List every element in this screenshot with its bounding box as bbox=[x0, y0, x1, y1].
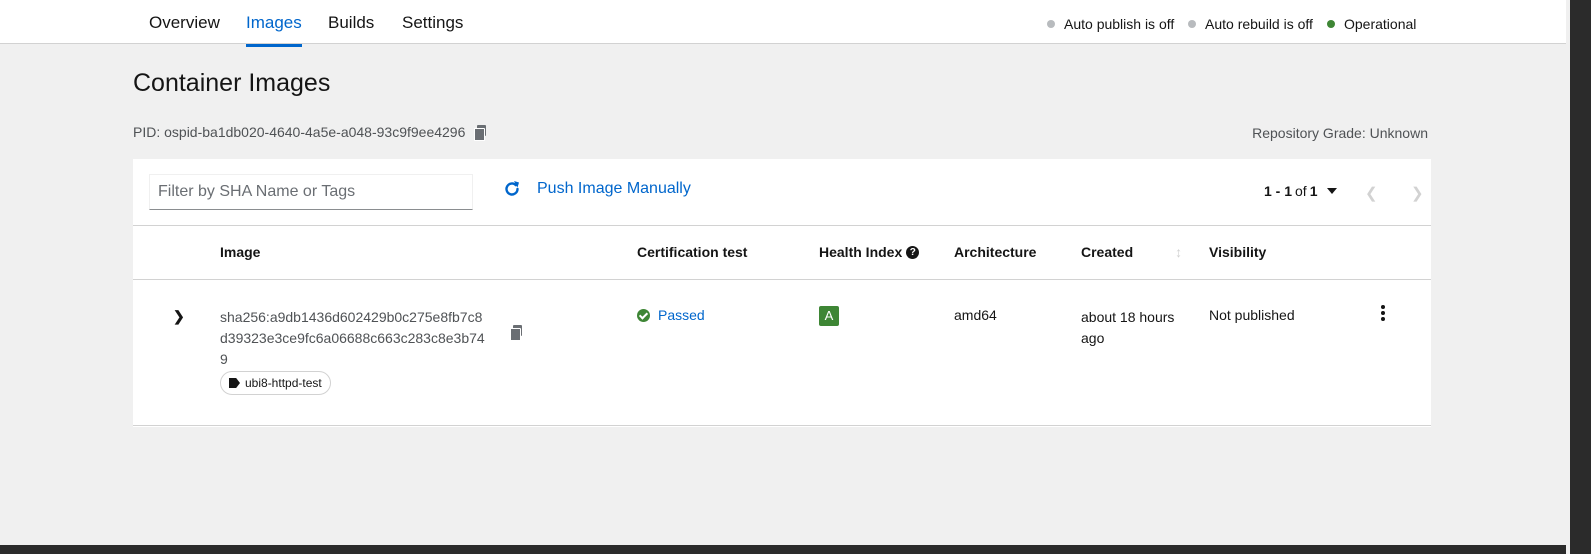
sort-icon[interactable]: ↕ bbox=[1175, 244, 1182, 260]
status-dot-icon bbox=[1327, 20, 1335, 28]
check-circle-icon bbox=[637, 308, 650, 322]
row-actions-kebab-icon[interactable] bbox=[1380, 305, 1386, 323]
table-header-divider bbox=[133, 279, 1431, 280]
tag-icon bbox=[229, 378, 240, 388]
push-image-label: Push Image Manually bbox=[537, 180, 691, 197]
push-image-button[interactable]: Push Image Manually bbox=[503, 180, 691, 198]
copy-sha-icon[interactable] bbox=[510, 325, 522, 341]
pagination-of: of bbox=[1295, 183, 1307, 199]
pagination-total: 1 bbox=[1309, 183, 1318, 199]
tab-builds[interactable]: Builds bbox=[328, 13, 374, 44]
column-architecture: Architecture bbox=[954, 244, 1037, 260]
filter-input[interactable] bbox=[149, 174, 473, 210]
caret-down-icon bbox=[1326, 188, 1337, 194]
prev-page-icon[interactable]: ❮ bbox=[1365, 184, 1378, 202]
certification-status-label: Passed bbox=[658, 307, 705, 323]
repository-grade: Repository Grade: Unknown bbox=[1252, 125, 1428, 141]
created-value: about 18 hours ago bbox=[1081, 309, 1175, 346]
images-card: Push Image Manually 1 - 1 of 1 ❮ ❯ Image… bbox=[133, 159, 1431, 427]
refresh-icon bbox=[505, 181, 519, 196]
expand-row-icon[interactable]: ❯ bbox=[173, 308, 185, 325]
help-icon[interactable]: ? bbox=[906, 245, 920, 259]
tab-images[interactable]: Images bbox=[246, 13, 302, 47]
tab-overview[interactable]: Overview bbox=[149, 13, 220, 44]
pid-text: PID: ospid-ba1db020-4640-4a5e-a048-93c9f… bbox=[133, 124, 466, 140]
status-dot-icon bbox=[1047, 20, 1055, 28]
window-bottom-edge bbox=[0, 545, 1566, 554]
column-created-label: Created bbox=[1081, 244, 1134, 260]
column-image: Image bbox=[220, 244, 261, 260]
tab-settings[interactable]: Settings bbox=[402, 13, 463, 44]
visibility-value: Not published bbox=[1209, 307, 1295, 323]
column-certification: Certification test bbox=[637, 244, 748, 260]
pagination-toggle[interactable]: 1 - 1 of 1 bbox=[1264, 183, 1337, 199]
status-operational-label: Operational bbox=[1344, 16, 1417, 32]
column-health-index: Health Index ? bbox=[819, 244, 920, 260]
image-tag: ubi8-httpd-test bbox=[220, 371, 331, 395]
next-page-icon[interactable]: ❯ bbox=[1411, 184, 1424, 202]
image-sha: sha256:a9db1436d602429b0c275e8fb7c8d3932… bbox=[220, 309, 485, 367]
image-tag-label: ubi8-httpd-test bbox=[245, 376, 322, 390]
pagination-range: 1 - 1 bbox=[1264, 183, 1293, 199]
pid-row: PID: ospid-ba1db020-4640-4a5e-a048-93c9f… bbox=[133, 124, 487, 141]
top-navigation: Overview Images Builds Settings Auto pub… bbox=[0, 0, 1566, 47]
architecture-value: amd64 bbox=[954, 307, 997, 323]
status-auto-publish: Auto publish is off bbox=[1047, 16, 1174, 32]
status-auto-rebuild: Auto rebuild is off bbox=[1188, 16, 1313, 32]
copy-icon[interactable] bbox=[474, 125, 487, 141]
status-operational: Operational bbox=[1327, 16, 1416, 32]
window-edge bbox=[1566, 0, 1591, 554]
status-dot-icon bbox=[1188, 20, 1196, 28]
health-index-badge: A bbox=[819, 306, 839, 326]
status-auto-rebuild-label: Auto rebuild is off bbox=[1205, 16, 1313, 32]
column-visibility: Visibility bbox=[1209, 244, 1267, 260]
images-toolbar: Push Image Manually 1 - 1 of 1 ❮ ❯ bbox=[133, 159, 1431, 226]
row-divider bbox=[133, 425, 1431, 426]
column-health-index-label: Health Index bbox=[819, 244, 903, 260]
certification-status[interactable]: Passed bbox=[637, 307, 705, 323]
page-title: Container Images bbox=[133, 69, 331, 97]
status-auto-publish-label: Auto publish is off bbox=[1064, 16, 1175, 32]
column-created[interactable]: Created ↕ bbox=[1081, 244, 1182, 260]
